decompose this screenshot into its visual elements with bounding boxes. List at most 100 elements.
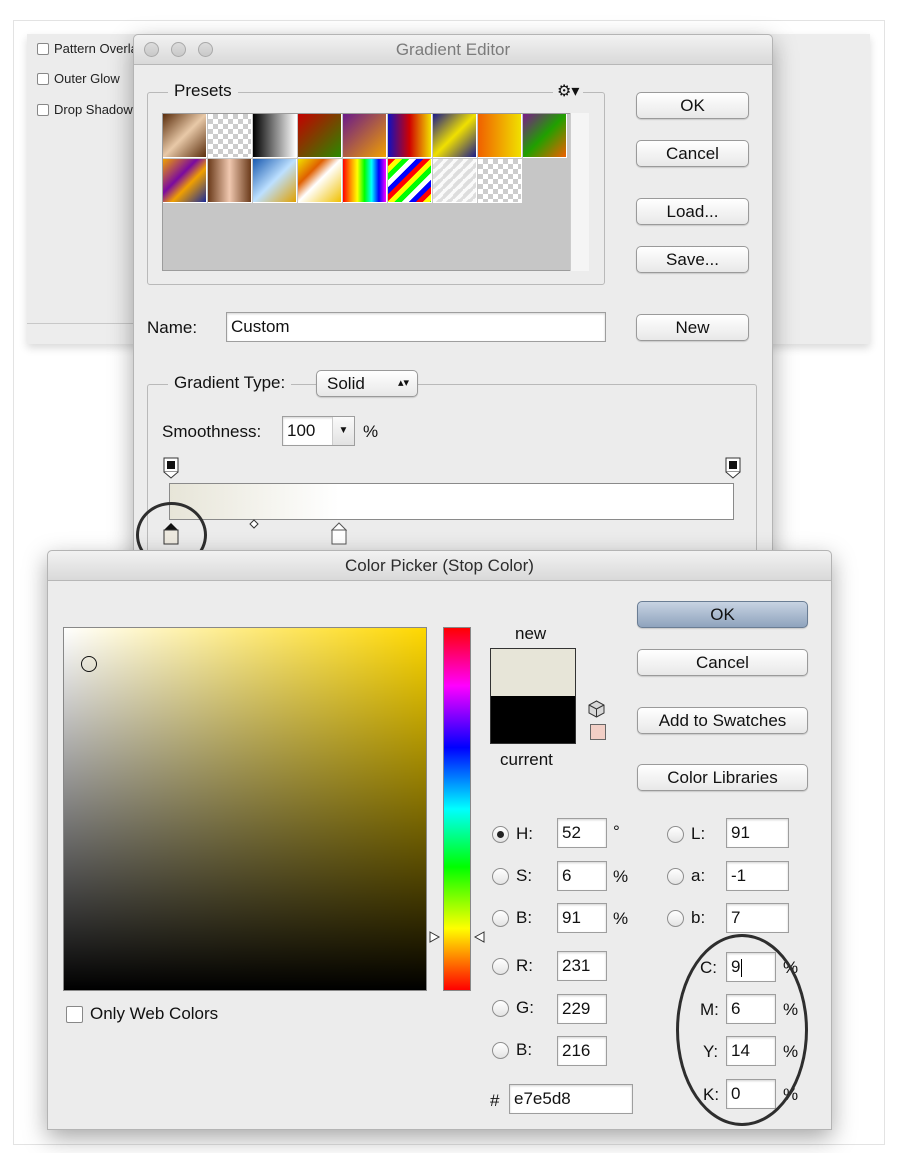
outer-glow-checkbox[interactable]: [37, 72, 49, 85]
blue-label: B:: [516, 1040, 533, 1059]
preset-swatch[interactable]: [388, 159, 432, 203]
style-item-drop-shadow[interactable]: Drop Shadow: [37, 102, 133, 117]
preset-swatch[interactable]: [478, 114, 522, 158]
preset-swatch[interactable]: [433, 114, 477, 158]
layer-style-list: Pattern Overlay Outer Glow Drop Shadow: [27, 34, 145, 324]
web-safe-swatch-icon[interactable]: [590, 724, 606, 740]
preset-swatch[interactable]: [253, 114, 297, 158]
color-picker-titlebar: Color Picker (Stop Color): [48, 551, 831, 581]
brightness-radio[interactable]: [492, 910, 509, 927]
color-stop-right[interactable]: [331, 522, 347, 546]
color-midpoint-diamond[interactable]: [249, 519, 259, 529]
hex-label: #: [490, 1091, 500, 1110]
preset-swatch[interactable]: [343, 114, 387, 158]
presets-scrollbar[interactable]: [570, 113, 589, 271]
close-window-icon[interactable]: [144, 42, 159, 57]
green-radio[interactable]: [492, 1000, 509, 1017]
preset-swatch[interactable]: [163, 159, 207, 203]
lab-a-input[interactable]: -1: [726, 861, 789, 891]
hue-slider[interactable]: [443, 627, 471, 991]
minimize-window-icon[interactable]: [171, 42, 186, 57]
lab-b-label: b:: [691, 908, 706, 927]
preset-swatch[interactable]: [208, 114, 252, 158]
brightness-input[interactable]: 91: [557, 903, 607, 933]
load-button[interactable]: Load...: [636, 198, 749, 225]
hue-input[interactable]: 52: [557, 818, 607, 848]
preset-swatch[interactable]: [433, 159, 477, 203]
only-web-colors-checkbox[interactable]: [66, 1006, 83, 1023]
preset-swatch[interactable]: [478, 159, 522, 203]
presets-label: Presets: [168, 81, 238, 101]
preset-swatch[interactable]: [523, 114, 567, 158]
smoothness-combobox[interactable]: 100 ▼: [282, 416, 355, 446]
opacity-stop-left[interactable]: [163, 457, 179, 479]
field-black-overlay: [64, 628, 426, 990]
opacity-stop-right[interactable]: [725, 457, 741, 479]
name-label: Name:: [147, 318, 198, 337]
saturation-brightness-field[interactable]: [63, 627, 427, 991]
blue-radio[interactable]: [492, 1042, 509, 1059]
chevron-down-icon[interactable]: ▼: [332, 417, 354, 445]
color-picker-cursor[interactable]: [81, 656, 97, 672]
gradient-preview-bar[interactable]: [169, 483, 734, 520]
saturation-input[interactable]: 6: [557, 861, 607, 891]
color-ok-button[interactable]: OK: [637, 601, 808, 628]
saturation-radio[interactable]: [492, 868, 509, 885]
blue-input[interactable]: 216: [557, 1036, 607, 1066]
hue-radio[interactable]: [492, 826, 509, 843]
add-to-swatches-button[interactable]: Add to Swatches: [637, 707, 808, 734]
new-button[interactable]: New: [636, 314, 749, 341]
lab-l-input[interactable]: 91: [726, 818, 789, 848]
hue-unit: °: [613, 822, 620, 841]
smoothness-unit: %: [363, 422, 379, 441]
style-item-label: Pattern Overlay: [54, 41, 145, 56]
preset-swatch[interactable]: [343, 159, 387, 203]
style-item-pattern-overlay[interactable]: Pattern Overlay: [37, 41, 144, 56]
red-input[interactable]: 231: [557, 951, 607, 981]
gradient-type-group: [147, 384, 757, 564]
cancel-button[interactable]: Cancel: [636, 140, 749, 167]
color-libraries-button[interactable]: Color Libraries: [637, 764, 808, 791]
preset-swatch[interactable]: [208, 159, 252, 203]
red-label: R:: [516, 956, 533, 975]
preset-swatch[interactable]: [163, 114, 207, 158]
only-web-colors-label: Only Web Colors: [90, 1004, 219, 1023]
preset-swatch[interactable]: [298, 159, 342, 203]
gear-icon[interactable]: ⚙▾: [553, 81, 584, 101]
presets-grid[interactable]: [162, 113, 589, 271]
gradient-type-select[interactable]: Solid ▴▾: [316, 370, 418, 397]
hue-slider-left-arrow[interactable]: [429, 931, 441, 943]
style-item-outer-glow[interactable]: Outer Glow: [37, 71, 120, 86]
new-color-swatch: [490, 648, 576, 696]
color-cancel-button[interactable]: Cancel: [637, 649, 808, 676]
drop-shadow-checkbox[interactable]: [37, 103, 49, 116]
preset-swatch[interactable]: [253, 159, 297, 203]
window-title: Gradient Editor: [395, 40, 511, 59]
lab-l-label: L:: [691, 824, 706, 843]
red-radio[interactable]: [492, 958, 509, 975]
smoothness-label: Smoothness:: [162, 422, 262, 441]
pattern-overlay-checkbox[interactable]: [37, 42, 49, 55]
preset-swatch[interactable]: [388, 114, 432, 158]
lab-b-input[interactable]: 7: [726, 903, 789, 933]
preset-swatch[interactable]: [298, 114, 342, 158]
gradient-type-label: Gradient Type:: [168, 373, 292, 393]
hex-input[interactable]: e7e5d8: [509, 1084, 633, 1114]
brightness-label: B:: [516, 908, 533, 927]
zoom-window-icon[interactable]: [198, 42, 213, 57]
gradient-name-input[interactable]: Custom: [226, 312, 606, 342]
current-color-label: current: [500, 750, 553, 769]
gamut-cube-icon[interactable]: [588, 700, 605, 718]
save-button[interactable]: Save...: [636, 246, 749, 273]
hue-slider-right-arrow[interactable]: [473, 931, 485, 943]
saturation-unit: %: [613, 867, 629, 886]
gradient-editor-titlebar: Gradient Editor: [134, 35, 772, 65]
ok-button[interactable]: OK: [636, 92, 749, 119]
new-color-label: new: [515, 624, 547, 643]
current-color-swatch[interactable]: [490, 696, 576, 744]
lab-a-radio[interactable]: [667, 868, 684, 885]
lab-l-radio[interactable]: [667, 826, 684, 843]
window-title: Color Picker (Stop Color): [345, 556, 534, 575]
lab-b-radio[interactable]: [667, 910, 684, 927]
green-input[interactable]: 229: [557, 994, 607, 1024]
